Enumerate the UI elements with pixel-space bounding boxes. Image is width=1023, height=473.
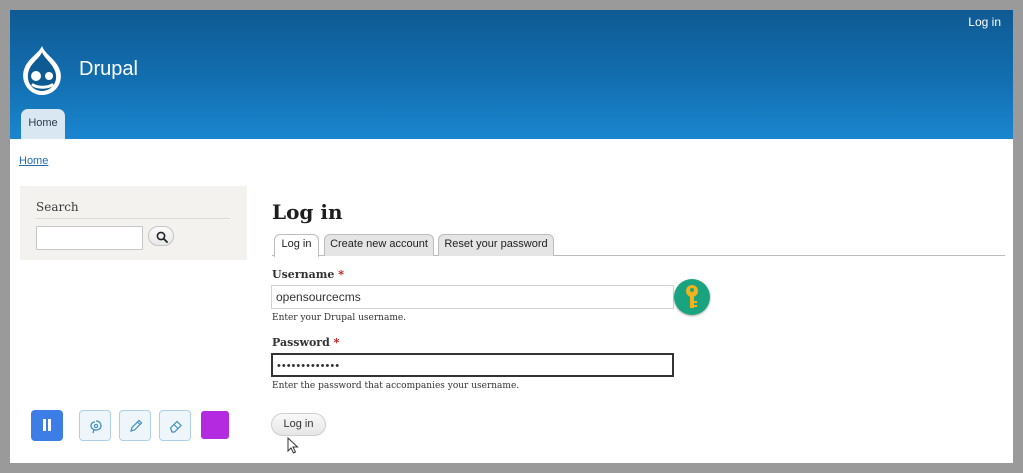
password-manager-button[interactable] bbox=[674, 279, 710, 315]
login-submit-button[interactable]: Log in bbox=[271, 413, 326, 436]
drupal-logo-icon[interactable] bbox=[19, 44, 65, 98]
password-label: Password * bbox=[272, 336, 340, 349]
eraser-icon bbox=[169, 420, 182, 433]
eraser-tool-button[interactable] bbox=[159, 410, 191, 441]
lasso-tool-button[interactable] bbox=[79, 410, 111, 441]
required-marker: * bbox=[338, 268, 344, 281]
search-block: Search bbox=[20, 186, 247, 260]
key-icon bbox=[686, 285, 698, 308]
breadcrumb-home[interactable]: Home bbox=[19, 155, 48, 167]
pause-button[interactable] bbox=[31, 410, 63, 441]
password-description: Enter the password that accompanies your… bbox=[272, 381, 520, 391]
tab-log-in[interactable]: Log in bbox=[274, 234, 319, 257]
magnifier-icon bbox=[156, 231, 168, 243]
username-label: Username * bbox=[272, 268, 344, 281]
mouse-cursor-icon bbox=[287, 437, 299, 454]
page-title: Log in bbox=[272, 200, 343, 224]
required-marker: * bbox=[333, 336, 340, 349]
tab-create-account[interactable]: Create new account bbox=[324, 234, 434, 256]
header-login-link[interactable]: Log in bbox=[968, 15, 1001, 29]
username-field[interactable]: opensourcecms bbox=[271, 285, 674, 309]
site-name[interactable]: Drupal bbox=[79, 58, 138, 81]
site-header: Log in Drupal Home bbox=[10, 10, 1013, 139]
search-block-title: Search bbox=[36, 200, 79, 214]
pencil-tool-button[interactable] bbox=[119, 410, 151, 441]
color-picker-swatch[interactable] bbox=[201, 411, 229, 439]
nav-tab-home[interactable]: Home bbox=[21, 109, 65, 139]
password-field[interactable]: ••••••••••••• bbox=[271, 353, 674, 377]
pause-icon bbox=[43, 419, 51, 431]
pencil-icon bbox=[130, 419, 143, 432]
divider bbox=[36, 218, 230, 219]
search-button[interactable] bbox=[148, 226, 174, 246]
username-description: Enter your Drupal username. bbox=[272, 313, 407, 323]
lasso-icon bbox=[90, 420, 102, 434]
browser-viewport: Log in Drupal Home Home Search Log in Lo… bbox=[10, 10, 1013, 463]
search-input[interactable] bbox=[36, 226, 143, 250]
tab-reset-password[interactable]: Reset your password bbox=[438, 234, 554, 256]
